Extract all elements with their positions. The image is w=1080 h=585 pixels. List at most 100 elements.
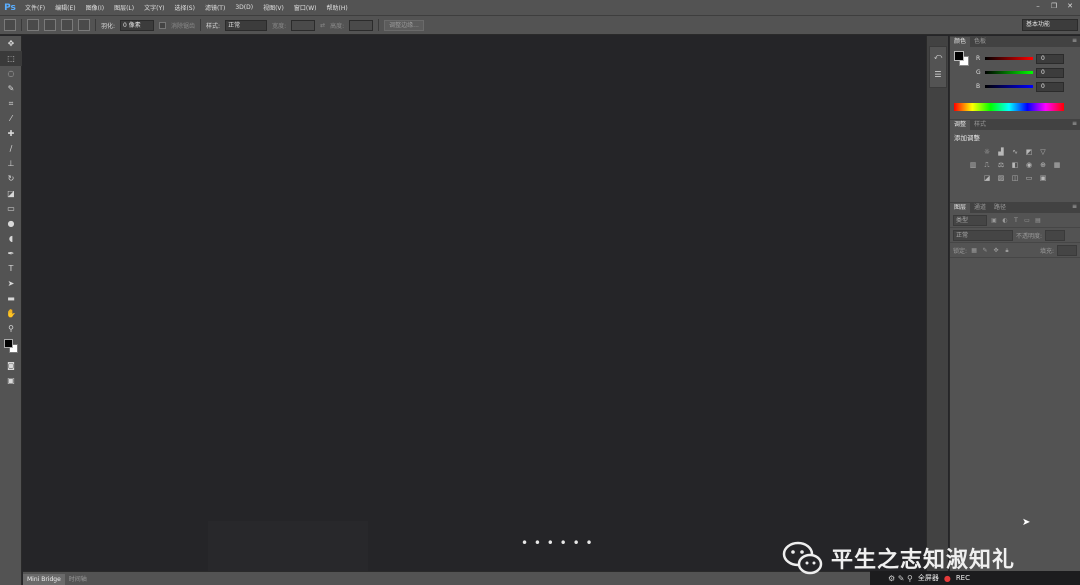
menu-3d[interactable]: 3D(D): [230, 4, 258, 11]
crop-tool-icon[interactable]: ⌗: [0, 96, 22, 111]
photo-filter-icon[interactable]: ◉: [1024, 161, 1034, 170]
menu-select[interactable]: 选择(S): [169, 3, 200, 12]
history-panel-icon[interactable]: ⤺: [930, 49, 946, 65]
adjustment-filter-icon[interactable]: ◐: [1001, 216, 1009, 225]
brightness-icon[interactable]: ☼: [982, 148, 992, 157]
smart-object-filter-icon[interactable]: ▤: [1034, 216, 1042, 225]
hue-saturation-icon[interactable]: ⎍: [982, 161, 992, 170]
style-select[interactable]: 正常: [225, 19, 268, 31]
subtract-selection-icon[interactable]: [61, 19, 73, 31]
opacity-input[interactable]: [1045, 229, 1066, 241]
green-slider[interactable]: [985, 71, 1033, 74]
swap-icon[interactable]: ⇄: [320, 22, 325, 29]
quick-mask-icon[interactable]: ◙: [0, 358, 22, 373]
levels-icon[interactable]: ▟: [996, 148, 1006, 157]
feather-input[interactable]: 0 像素: [120, 19, 155, 31]
quick-selection-tool-icon[interactable]: ✎: [0, 81, 22, 96]
tab-styles[interactable]: 样式: [970, 120, 990, 130]
zoom-tool-icon[interactable]: ⚲: [0, 321, 22, 336]
color-spectrum-bar[interactable]: [954, 103, 1064, 111]
red-slider[interactable]: [985, 57, 1033, 60]
pixel-filter-icon[interactable]: ▣: [990, 216, 998, 225]
menu-file[interactable]: 文件(F): [20, 3, 50, 12]
color-lookup-icon[interactable]: ▦: [1052, 161, 1062, 170]
panel-menu-icon[interactable]: ≡: [1072, 37, 1077, 44]
blue-value-input[interactable]: 0: [1036, 81, 1064, 92]
panel-menu-icon[interactable]: ≡: [1072, 120, 1077, 127]
panel-foreground-swatch[interactable]: [954, 51, 964, 61]
gradient-tool-icon[interactable]: ▭: [0, 201, 22, 216]
clone-stamp-tool-icon[interactable]: ⊥: [0, 156, 22, 171]
exposure-icon[interactable]: ◩: [1024, 148, 1034, 157]
fill-input[interactable]: [1057, 244, 1077, 256]
selective-color-icon[interactable]: ▣: [1038, 174, 1048, 183]
lock-transparent-icon[interactable]: ▦: [970, 246, 978, 255]
blend-mode-select[interactable]: 正常: [953, 229, 1013, 241]
restore-icon[interactable]: ❐: [1048, 1, 1060, 11]
tab-layers[interactable]: 图层: [950, 203, 971, 213]
dodge-tool-icon[interactable]: ◖: [0, 231, 22, 246]
path-selection-tool-icon[interactable]: ➤: [0, 276, 22, 291]
tab-channels[interactable]: 通道: [970, 203, 990, 213]
shape-filter-icon[interactable]: ▭: [1023, 216, 1031, 225]
red-value-input[interactable]: 0: [1036, 53, 1064, 64]
menu-image[interactable]: 图像(I): [81, 3, 109, 12]
menu-layer[interactable]: 图层(L): [109, 3, 139, 12]
color-swatches[interactable]: [0, 336, 22, 358]
vibrance-icon[interactable]: ▥: [968, 161, 978, 170]
eyedropper-tool-icon[interactable]: ⁄: [0, 111, 22, 126]
pen-tool-icon[interactable]: ✒: [0, 246, 22, 261]
properties-panel-icon[interactable]: ☰: [930, 67, 946, 83]
lock-all-icon[interactable]: 🔒︎: [1003, 246, 1011, 255]
new-selection-icon[interactable]: [27, 19, 39, 31]
menu-help[interactable]: 帮助(H): [322, 3, 353, 12]
menu-filter[interactable]: 滤镜(T): [200, 3, 230, 12]
healing-brush-tool-icon[interactable]: ✚: [0, 126, 22, 141]
tab-timeline[interactable]: 时间轴: [65, 574, 91, 585]
panel-menu-icon[interactable]: ≡: [1072, 203, 1077, 210]
tab-color[interactable]: 颜色: [950, 37, 971, 47]
black-white-icon[interactable]: ◧: [1010, 161, 1020, 170]
width-input[interactable]: [291, 19, 316, 31]
menu-type[interactable]: 文字(Y): [139, 3, 169, 12]
hand-tool-icon[interactable]: ✋: [0, 306, 22, 321]
invert-icon[interactable]: ◪: [982, 174, 992, 183]
add-selection-icon[interactable]: [44, 19, 56, 31]
threshold-icon[interactable]: ◫: [1010, 174, 1020, 183]
refine-edge-button[interactable]: 调整边缘...: [384, 19, 424, 31]
lock-position-icon[interactable]: ✥: [992, 246, 1000, 255]
history-brush-tool-icon[interactable]: ↻: [0, 171, 22, 186]
tab-paths[interactable]: 路径: [990, 203, 1010, 213]
shape-tool-icon[interactable]: ▬: [0, 291, 22, 306]
height-input[interactable]: [349, 19, 374, 31]
workspace-select[interactable]: 基本功能: [1022, 19, 1078, 31]
intersect-selection-icon[interactable]: [78, 19, 90, 31]
type-filter-icon[interactable]: T: [1012, 216, 1020, 225]
marquee-preset-icon[interactable]: [4, 19, 16, 31]
document-canvas-area[interactable]: • • • • • •: [23, 36, 926, 571]
menu-edit[interactable]: 编辑(E): [50, 3, 80, 12]
tab-mini-bridge[interactable]: Mini Bridge: [23, 574, 65, 585]
posterize-icon[interactable]: ▨: [996, 174, 1006, 183]
blur-tool-icon[interactable]: ●: [0, 216, 22, 231]
layer-kind-filter[interactable]: 类型: [953, 214, 987, 226]
recorder-controls-icon[interactable]: ⚙ ✎ ⚲: [888, 574, 913, 583]
screen-mode-icon[interactable]: ▣: [0, 373, 22, 388]
menu-window[interactable]: 窗口(W): [289, 3, 322, 12]
blue-slider[interactable]: [985, 85, 1033, 88]
menu-view[interactable]: 视图(V): [258, 3, 289, 12]
move-tool-icon[interactable]: ✥: [0, 36, 22, 51]
type-tool-icon[interactable]: T: [0, 261, 22, 276]
brush-tool-icon[interactable]: ∕: [0, 141, 22, 156]
eraser-tool-icon[interactable]: ◪: [0, 186, 22, 201]
minimize-icon[interactable]: –: [1032, 1, 1044, 11]
lock-image-icon[interactable]: ✎: [981, 246, 989, 255]
antialias-checkbox[interactable]: [159, 21, 167, 29]
green-value-input[interactable]: 0: [1036, 67, 1064, 78]
curves-icon[interactable]: ∿: [1010, 148, 1020, 157]
tab-adjustments[interactable]: 调整: [950, 120, 971, 130]
color-balance-icon[interactable]: ⚖: [996, 161, 1006, 170]
gradient-triangle-icon[interactable]: ▽: [1038, 148, 1048, 157]
channel-mixer-icon[interactable]: ⊕: [1038, 161, 1048, 170]
close-icon[interactable]: ✕: [1064, 1, 1076, 11]
